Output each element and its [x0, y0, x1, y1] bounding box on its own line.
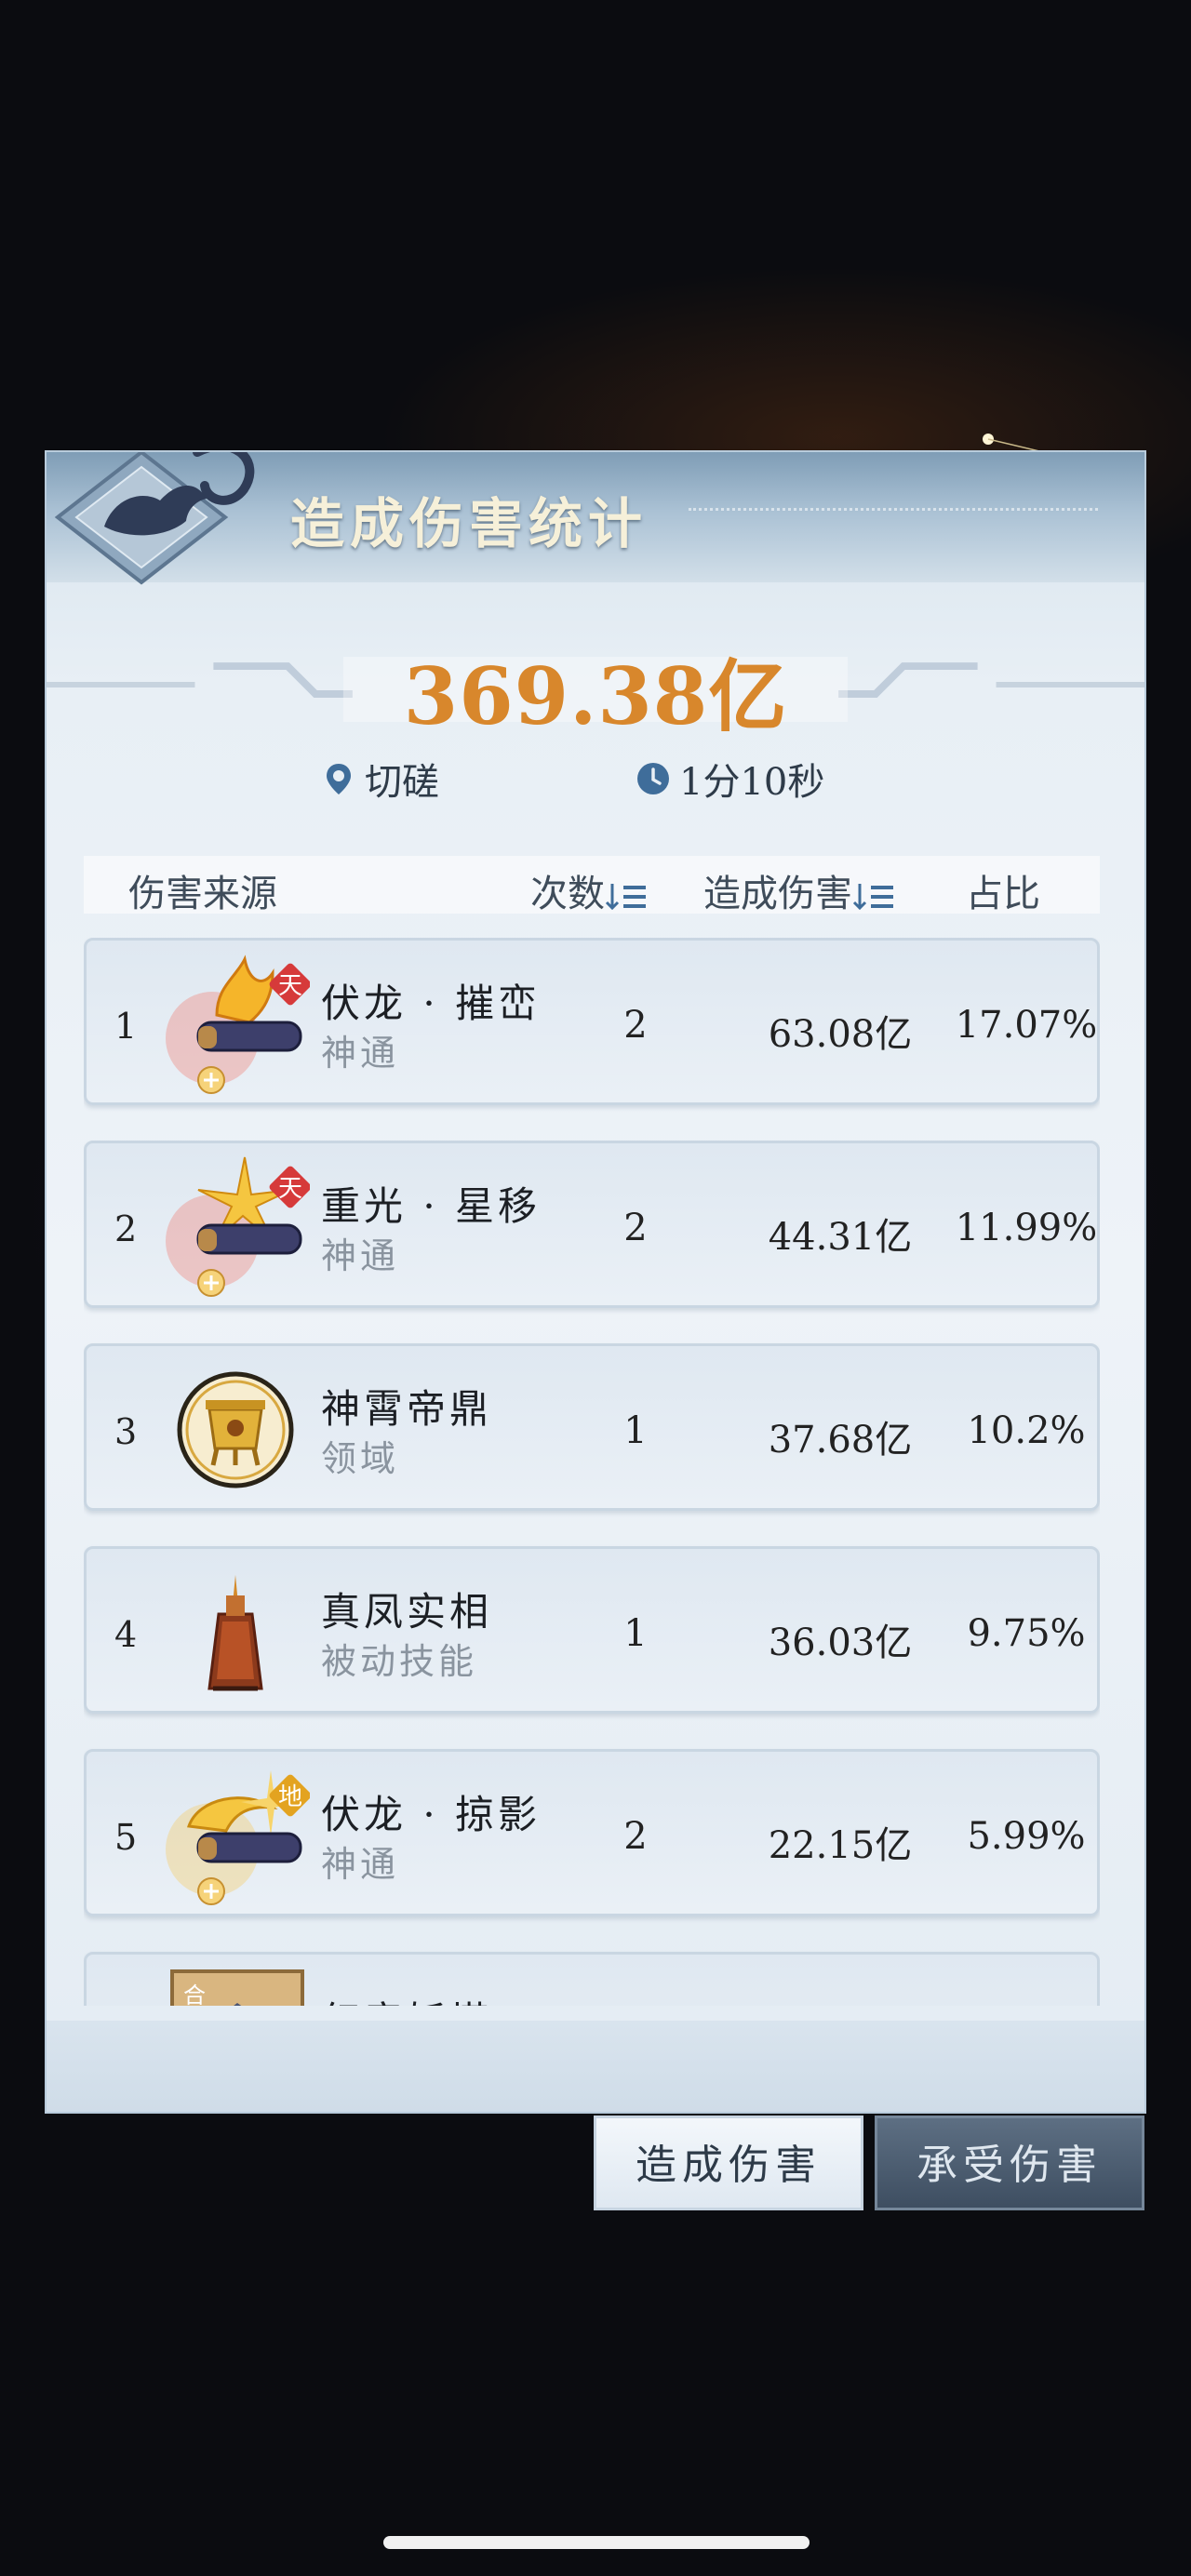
- hit-count: 2: [623, 1004, 648, 1047]
- skill-type: 神通: [321, 1235, 400, 1276]
- golden-cauldron-icon: [177, 1371, 294, 1488]
- row-rank: 5: [114, 1817, 138, 1858]
- skill-name: 真凤实相: [321, 1589, 493, 1635]
- column-count[interactable]: 次数: [530, 863, 648, 917]
- list-item[interactable]: 3 神霄帝鼎 领域 1 37.68亿 10.2%: [84, 1343, 1100, 1511]
- location-label: 切磋: [365, 761, 439, 804]
- flame-scroll-icon: 天: [166, 954, 310, 1094]
- skill-type: 神通: [321, 1844, 400, 1885]
- star-scroll-icon: 天: [166, 1156, 310, 1297]
- tab-damage-dealt[interactable]: 造成伤害: [594, 2116, 863, 2210]
- column-count-label: 次数: [530, 873, 605, 915]
- damage-ratio: 17.07%: [955, 1004, 1098, 1047]
- tier-badge: 天: [278, 1175, 302, 1203]
- tower-card-icon: 合: [170, 1969, 304, 2006]
- home-indicator[interactable]: [383, 2536, 810, 2549]
- column-source: 伤害来源: [128, 873, 277, 915]
- skill-name: 伏龙 · 掠影: [321, 1792, 542, 1837]
- column-damage[interactable]: 造成伤害: [703, 863, 895, 917]
- hit-count: 1: [623, 1612, 648, 1655]
- hit-count: 1: [623, 1409, 648, 1452]
- damage-value: 63.08亿: [768, 1013, 913, 1056]
- fox-emblem-icon: [54, 452, 255, 585]
- list-item[interactable]: 2 天 重光 · 星移 神通 2 44.31亿 11.99%: [84, 1141, 1100, 1308]
- list-item[interactable]: 5 地 伏龙 · 掠影 神通 2 22.15亿 5.99%: [84, 1749, 1100, 1916]
- damage-ratio: 9.75%: [967, 1612, 1086, 1655]
- list-item[interactable]: 1 天 伏龙 · 摧峦 神通 2 63.08亿 17.07%: [84, 938, 1100, 1105]
- list-item[interactable]: 4 真凤实相 被动技能 1 36.03亿 9.75%: [84, 1546, 1100, 1714]
- duration-label: 1分10秒: [679, 761, 825, 804]
- list-item[interactable]: 合 幻音妖塔: [84, 1952, 1100, 2006]
- phoenix-figure-icon: [207, 1575, 263, 1691]
- damage-value: 44.31亿: [768, 1216, 913, 1259]
- skill-name: 重光 · 星移: [321, 1183, 542, 1229]
- sort-icon: [852, 884, 893, 911]
- tier-badge: 合: [183, 1982, 206, 2006]
- location-pin-icon: [327, 764, 351, 794]
- hit-count: 2: [623, 1815, 648, 1858]
- column-ratio: 占比: [966, 873, 1040, 915]
- damage-value: 37.68亿: [768, 1419, 913, 1462]
- damage-stats-panel: 造成伤害统计 369.38亿 切磋 1分10秒 伤害来源 次数 造成伤害 占比: [45, 450, 1146, 2114]
- sort-icon: [605, 884, 646, 911]
- skill-type: 被动技能: [321, 1641, 478, 1682]
- dragon-scroll-icon: 地: [166, 1770, 310, 1905]
- clock-icon: [637, 763, 669, 794]
- panel-title: 造成伤害统计: [290, 492, 649, 555]
- damage-value: 22.15亿: [768, 1824, 913, 1867]
- row-rank: 4: [114, 1614, 138, 1655]
- skill-name: 神霄帝鼎: [321, 1386, 493, 1432]
- column-header: 伤害来源 次数 造成伤害 占比: [84, 856, 1100, 917]
- total-damage: 369.38亿: [403, 650, 788, 742]
- tier-badge: 地: [278, 1783, 302, 1811]
- tier-badge: 天: [278, 972, 302, 1000]
- row-rank: 2: [114, 1208, 138, 1249]
- skill-name: 伏龙 · 摧峦: [321, 981, 542, 1026]
- skill-type: 神通: [321, 1033, 400, 1074]
- damage-ratio: 11.99%: [955, 1207, 1098, 1249]
- panel-footer: [47, 2021, 1144, 2112]
- damage-ratio: 5.99%: [967, 1815, 1086, 1858]
- damage-value: 36.03亿: [768, 1622, 913, 1664]
- location-info: 切磋: [320, 752, 439, 806]
- duration-info: 1分10秒: [635, 752, 824, 806]
- tab-damage-taken[interactable]: 承受伤害: [875, 2116, 1144, 2210]
- skill-type: 领域: [321, 1438, 400, 1479]
- skill-name: 幻音妖塔: [321, 1990, 492, 2006]
- row-rank: 3: [114, 1411, 138, 1452]
- header-divider: [689, 508, 1098, 513]
- damage-source-list[interactable]: 1 天 伏龙 · 摧峦 神通 2 63.08亿 17.07% 2 天 重光 · …: [84, 938, 1100, 2006]
- damage-ratio: 10.2%: [967, 1409, 1086, 1452]
- row-rank: 1: [114, 1006, 138, 1047]
- hit-count: 2: [623, 1207, 648, 1249]
- column-damage-label: 造成伤害: [703, 873, 852, 915]
